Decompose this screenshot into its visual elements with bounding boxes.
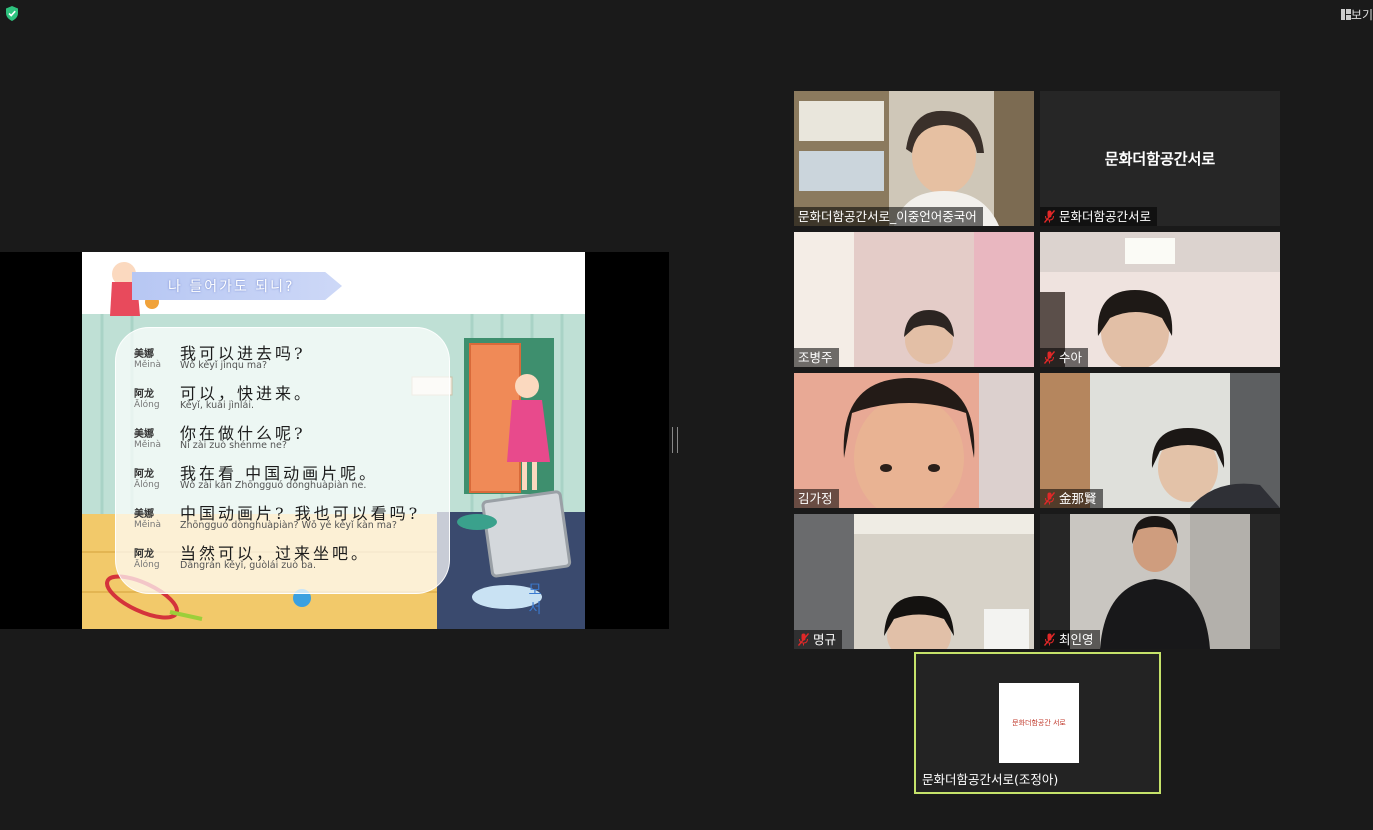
pinyin-text: Nǐ zài zuò shénme ne? — [180, 440, 287, 451]
video-feed — [1040, 514, 1280, 649]
participant-name: 수아 — [1040, 348, 1089, 367]
logo-text: 문화더함공간 서로 — [1012, 719, 1066, 727]
speaker-pinyin: Měinà — [134, 440, 162, 450]
participant-name: 명규 — [794, 630, 843, 649]
dialogue-line: 阿龙 Ālóng 可以，快进来。 Kěyǐ, kuài jìnlái. — [134, 380, 444, 416]
pinyin-text: Wǒ kěyǐ jìnqu ma? — [180, 360, 268, 371]
video-feed — [794, 91, 1034, 226]
mic-muted-icon — [798, 633, 809, 646]
mic-muted-icon — [1044, 492, 1055, 505]
participant-name: 문화더함공간서로 — [1040, 207, 1158, 226]
participant-name: 문화더함공간서로_이중언어중국어 — [794, 207, 983, 226]
sign-text: 모 서 — [526, 582, 542, 615]
participant-name: 조병주 — [794, 348, 839, 367]
participant-name: 최인영 — [1040, 630, 1100, 649]
participant-tile[interactable]: 조병주 — [794, 232, 1034, 367]
video-feed — [794, 232, 1034, 367]
pinyin-text: Wǒ zài kàn Zhōngguó dònghuàpiàn ne. — [180, 480, 367, 491]
lesson-slide: 나 들어가도 되니? 美娜 Měinà 我可以进去吗? Wǒ kěyǐ jìnq… — [82, 252, 585, 629]
dialogue-line: 美娜 Měinà 中国动画片? 我也可以看吗? Zhōngguó dònghuà… — [134, 500, 444, 536]
participant-tile[interactable]: 문화더함공간서로_이중언어중국어 — [794, 91, 1034, 226]
participant-tile[interactable]: 김가정 — [794, 373, 1034, 508]
pinyin-text: Zhōngguó dònghuàpiàn? Wǒ yě kěyǐ kàn ma? — [180, 520, 397, 531]
video-feed — [1040, 232, 1280, 367]
participant-tile[interactable]: 명규 — [794, 514, 1034, 649]
pinyin-text: Kěyǐ, kuài jìnlái. — [180, 400, 255, 411]
speaker: 美娜 — [134, 429, 154, 440]
org-logo: 문화더함공간 서로 — [999, 683, 1079, 763]
dialogue-line: 美娜 Měinà 我可以进去吗? Wǒ kěyǐ jìnqu ma? — [134, 340, 444, 376]
participant-name: 문화더함공간서로(조정아) — [922, 772, 1059, 787]
video-feed — [794, 514, 1034, 649]
speaker: 美娜 — [134, 349, 154, 360]
participant-tile[interactable]: 金那賢 — [1040, 373, 1280, 508]
participant-name: 金那賢 — [1040, 489, 1103, 508]
mic-muted-icon — [1044, 210, 1055, 223]
speaker: 阿龙 — [134, 389, 154, 400]
participant-center-name: 문화더함공간서로 — [1104, 150, 1216, 168]
participant-name: 김가정 — [794, 489, 839, 508]
security-shield-icon[interactable] — [5, 6, 19, 21]
speaker: 美娜 — [134, 509, 154, 520]
dialogue-line: 美娜 Měinà 你在做什么呢? Nǐ zài zuò shénme ne? — [134, 420, 444, 456]
speaker: 阿龙 — [134, 469, 154, 480]
view-button[interactable]: 보기 — [1333, 5, 1373, 23]
speaker-pinyin: Ālóng — [134, 560, 160, 570]
pinyin-text: Dāngrán kěyǐ, guòlái zuò ba. — [180, 560, 316, 571]
dialogue-box: 美娜 Měinà 我可以进去吗? Wǒ kěyǐ jìnqu ma? 阿龙 Āl… — [115, 327, 450, 594]
mic-muted-icon — [1044, 351, 1055, 364]
speaker-pinyin: Ālóng — [134, 480, 160, 490]
shared-screen[interactable]: 나 들어가도 되니? 美娜 Měinà 我可以进去吗? Wǒ kěyǐ jìnq… — [0, 252, 669, 629]
participant-tile[interactable]: 수아 — [1040, 232, 1280, 367]
dialogue-line: 阿龙 Ālóng 当然可以，过来坐吧。 Dāngrán kěyǐ, guòlái… — [134, 540, 444, 576]
lesson-title-banner: 나 들어가도 되니? — [132, 272, 342, 300]
dialogue-line: 阿龙 Ālóng 我在看 中国动画片呢。 Wǒ zài kàn Zhōngguó… — [134, 460, 444, 496]
participant-tile[interactable]: 문화더함공간서로 문화더함공간서로 — [1040, 91, 1280, 226]
view-label: 보기 — [1350, 7, 1373, 22]
video-feed — [1040, 373, 1280, 508]
speaker: 阿龙 — [134, 549, 154, 560]
view-grid-icon — [1341, 8, 1351, 20]
participant-tile[interactable]: 최인영 — [1040, 514, 1280, 649]
speaker-pinyin: Měinà — [134, 360, 162, 370]
mic-muted-icon — [1044, 633, 1055, 646]
speaker-pinyin: Ālóng — [134, 400, 160, 410]
active-speaker-tile[interactable]: 문화더함공간 서로 문화더함공간서로(조정아) — [914, 652, 1161, 794]
video-feed — [794, 373, 1034, 508]
speaker-pinyin: Měinà — [134, 520, 162, 530]
split-divider-handle[interactable] — [672, 427, 678, 453]
